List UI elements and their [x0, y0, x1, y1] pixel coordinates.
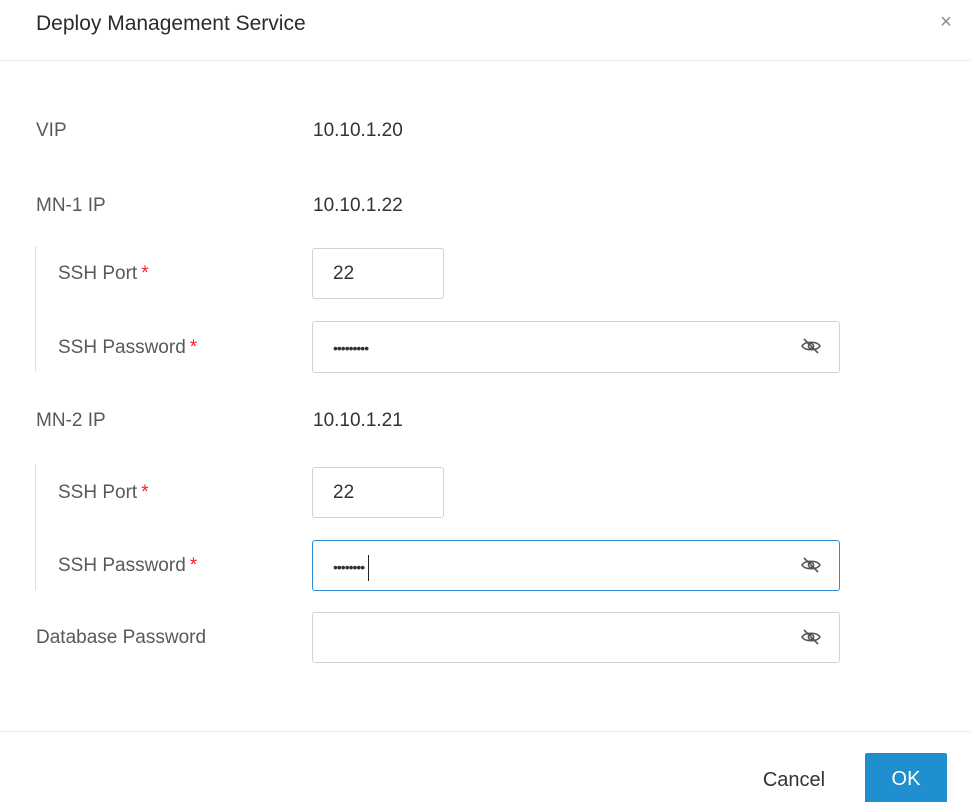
ok-button[interactable]: OK	[865, 753, 947, 802]
database-password-label: Database Password	[36, 627, 207, 648]
mn1-ssh-port-label-text: SSH Port	[58, 263, 138, 284]
close-icon[interactable]: ×	[936, 12, 956, 32]
database-password-input[interactable]	[312, 612, 840, 663]
mn2-ssh-password-value: ••••••••	[333, 554, 370, 582]
mn1-ssh-password-value: •••••••••	[333, 340, 369, 356]
dialog-header: Deploy Management Service ×	[0, 0, 971, 61]
mn1-ssh-password-label: SSH Password *	[58, 336, 197, 360]
mn2-ssh-password-label-text: SSH Password	[58, 555, 186, 576]
mn2-ssh-port-label-text: SSH Port	[58, 482, 138, 503]
mn2-ssh-password-label: SSH Password *	[58, 554, 197, 578]
mn2-ssh-port-label: SSH Port *	[58, 481, 149, 505]
mn2-ssh-port-value: 22	[333, 482, 355, 503]
mn1-ip-label: MN-1 IP	[36, 195, 106, 216]
eye-off-icon[interactable]	[801, 557, 821, 573]
required-asterisk: *	[189, 337, 198, 358]
vip-value: 10.10.1.20	[313, 120, 403, 141]
required-asterisk: *	[141, 263, 149, 284]
mn2-group-divider	[35, 464, 36, 590]
mn1-ip-value: 10.10.1.22	[313, 195, 403, 216]
cancel-button[interactable]: Cancel	[744, 758, 844, 802]
mn1-group-divider	[35, 246, 36, 372]
mn2-ssh-password-input[interactable]: ••••••••	[312, 540, 840, 591]
eye-off-icon[interactable]	[801, 629, 821, 645]
required-asterisk: *	[189, 555, 198, 576]
mn1-ssh-password-label-text: SSH Password	[58, 337, 186, 358]
mn1-ssh-port-value: 22	[333, 263, 355, 284]
text-caret	[368, 555, 370, 582]
mn2-ssh-port-input[interactable]: 22	[312, 467, 444, 518]
mn2-ssh-password-masked: ••••••••	[333, 559, 365, 575]
eye-off-icon[interactable]	[801, 338, 821, 354]
footer-divider	[0, 731, 971, 732]
mn1-ssh-password-input[interactable]: •••••••••	[312, 321, 840, 373]
dialog-title: Deploy Management Service	[36, 12, 306, 35]
required-asterisk: *	[141, 482, 149, 503]
deploy-management-service-dialog: Deploy Management Service × VIP 10.10.1.…	[0, 0, 971, 802]
mn1-ssh-port-label: SSH Port *	[58, 262, 149, 286]
vip-label: VIP	[36, 120, 67, 141]
mn2-ip-value: 10.10.1.21	[313, 410, 403, 431]
mn2-ip-label: MN-2 IP	[36, 410, 106, 431]
mn1-ssh-port-input[interactable]: 22	[312, 248, 444, 299]
